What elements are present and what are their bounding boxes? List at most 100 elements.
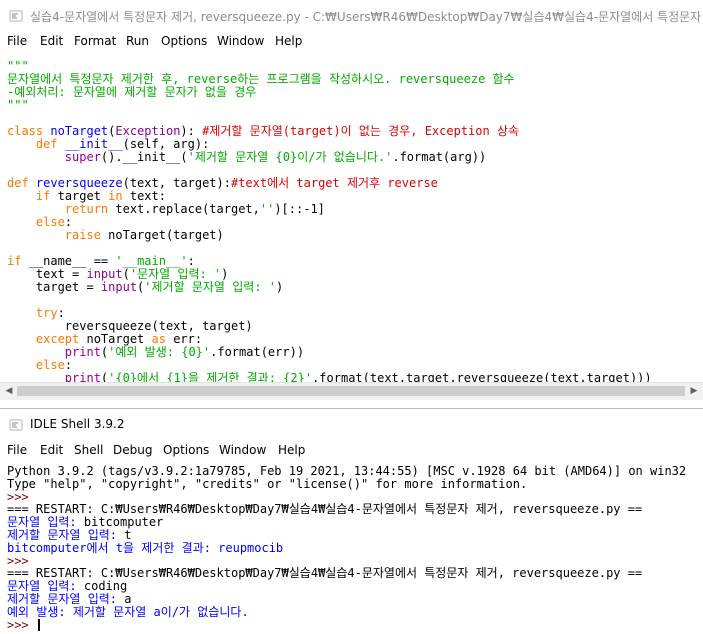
menu-help[interactable]: Help	[278, 443, 305, 457]
code-token: '__main__'	[115, 254, 188, 268]
code-token: raise	[64, 228, 109, 242]
shell-token: >>>	[7, 617, 36, 632]
shell-window: IDLE Shell 3.9.2 File Edit Shell Debug O…	[0, 408, 703, 634]
code-token: except	[35, 332, 87, 346]
code-line: raise noTarget(target)	[7, 229, 224, 242]
text-cursor	[37, 618, 40, 631]
code-token: print	[64, 345, 101, 359]
code-token: (	[122, 267, 130, 281]
code-token: print	[64, 371, 101, 383]
code-token: super	[64, 150, 101, 164]
code-token: else	[35, 215, 65, 229]
code-token: ''	[259, 202, 275, 216]
code-token: :	[57, 306, 65, 320]
code-token: 문자열에서 특정문자 제거한 후, reverse하는 프로그램을 작성하시오.…	[7, 72, 515, 86]
menu-file[interactable]: File	[7, 34, 27, 48]
code-token: if	[35, 189, 58, 203]
code-token: as	[151, 332, 174, 346]
shell-token: Type "help", "copyright", "credits" or "…	[7, 476, 528, 491]
editor-titlebar[interactable]: 실습4-문자열에서 특정문자 제거, reversqueeze.py - C:₩…	[0, 0, 703, 30]
code-token: (self, arg):	[122, 137, 210, 151]
code-line: print('{0}에서 {1}을 제거한 결과: {2}'.format(te…	[7, 371, 652, 383]
code-token: def	[7, 176, 36, 190]
code-token: -예외처리: 문자열에 제거할 문자가 없을 경우	[7, 85, 257, 99]
code-line: super().__init__('제거할 문자열 {0}이/가 없습니다.'.…	[7, 151, 486, 164]
code-token: reversqueeze(text, target)	[7, 319, 253, 333]
code-token: #text에서 target 제거후 reverse	[230, 176, 438, 190]
shell-titlebar[interactable]: IDLE Shell 3.9.2	[0, 409, 703, 439]
code-token: )	[275, 280, 284, 294]
code-token: noTarget	[86, 332, 152, 346]
code-token: if	[7, 254, 29, 268]
code-token: #제거할 문자열(target)이 없는 경우, Exception 상속	[202, 124, 520, 138]
code-token: __name__ ==	[28, 254, 116, 268]
code-token: target	[57, 189, 109, 203]
menu-format[interactable]: Format	[74, 34, 116, 48]
code-token: noTarget	[50, 124, 109, 138]
shell-output[interactable]: Python 3.9.2 (tags/v3.9.2:1a79785, Feb 1…	[0, 465, 703, 634]
code-token: '제거할 문자열 {0}이/가 없습니다.'	[187, 150, 393, 164]
code-token: class	[7, 124, 51, 138]
code-token: text:	[129, 189, 166, 203]
shell-title: IDLE Shell 3.9.2	[30, 417, 125, 431]
code-token: target =	[7, 280, 101, 294]
code-token: in	[108, 189, 130, 203]
code-token: Exception	[115, 124, 181, 138]
menu-debug[interactable]: Debug	[113, 443, 152, 457]
code-token: def	[35, 137, 65, 151]
scrollbar-thumb[interactable]	[17, 386, 685, 396]
code-token: ):	[180, 124, 203, 138]
menu-shell[interactable]: Shell	[74, 443, 103, 457]
menu-run[interactable]: Run	[126, 34, 149, 48]
menu-file[interactable]: File	[7, 443, 27, 457]
idle-app-icon	[9, 419, 23, 431]
menu-edit[interactable]: Edit	[40, 443, 63, 457]
menu-edit[interactable]: Edit	[40, 34, 63, 48]
horizontal-scrollbar[interactable]: ◀ ▶	[0, 382, 703, 400]
shell-menubar: File Edit Shell Debug Options Window Hel…	[0, 439, 703, 461]
code-editor[interactable]: """ 문자열에서 특정문자 제거한 후, reverse하는 프로그램을 작성하…	[0, 56, 703, 382]
code-token: '제거할 문자열 입력: '	[144, 280, 276, 294]
menu-window[interactable]: Window	[217, 34, 264, 48]
editor-menubar: File Edit Format Run Options Window Help	[0, 30, 703, 52]
code-line: -예외처리: 문자열에 제거할 문자가 없을 경우	[7, 86, 256, 99]
code-token: noTarget(target)	[108, 228, 224, 242]
code-token: :	[64, 358, 73, 372]
shell-line: 예외 발생: 제거할 문자열 a이/가 없습니다.	[7, 605, 249, 619]
scroll-left-arrow-icon[interactable]: ◀	[2, 385, 16, 397]
code-token: return	[64, 202, 116, 216]
code-token: try	[35, 306, 58, 320]
code-token: :	[64, 215, 73, 229]
menu-options[interactable]: Options	[161, 34, 207, 48]
code-token: input	[86, 267, 123, 281]
editor-title: 실습4-문자열에서 특정문자 제거, reversqueeze.py - C:₩…	[30, 10, 703, 24]
code-token: .format(arg))	[392, 150, 487, 164]
menu-options[interactable]: Options	[163, 443, 209, 457]
code-token: :	[187, 254, 195, 268]
code-token: '예외 발생: {0}'	[108, 345, 211, 359]
shell-line: Type "help", "copyright", "credits" or "…	[7, 476, 528, 491]
code-line: """	[7, 99, 29, 112]
code-token: __init__	[64, 137, 123, 151]
code-token: '{0}에서 {1}을 제거한 결과: {2}'	[108, 371, 313, 383]
idle-app-icon	[9, 10, 23, 22]
scroll-right-arrow-icon[interactable]: ▶	[687, 385, 701, 397]
shell-line: bitcomputer에서 t을 제거한 결과: reupmocib	[7, 541, 283, 555]
code-token: err:	[173, 332, 203, 346]
code-token: )[::-1]	[274, 202, 325, 216]
code-token: else	[35, 358, 65, 372]
code-token: """	[7, 98, 29, 112]
code-token: )	[221, 267, 229, 281]
menu-help[interactable]: Help	[275, 34, 302, 48]
code-token: '문자열 입력: '	[129, 267, 222, 281]
menu-window[interactable]: Window	[219, 443, 266, 457]
